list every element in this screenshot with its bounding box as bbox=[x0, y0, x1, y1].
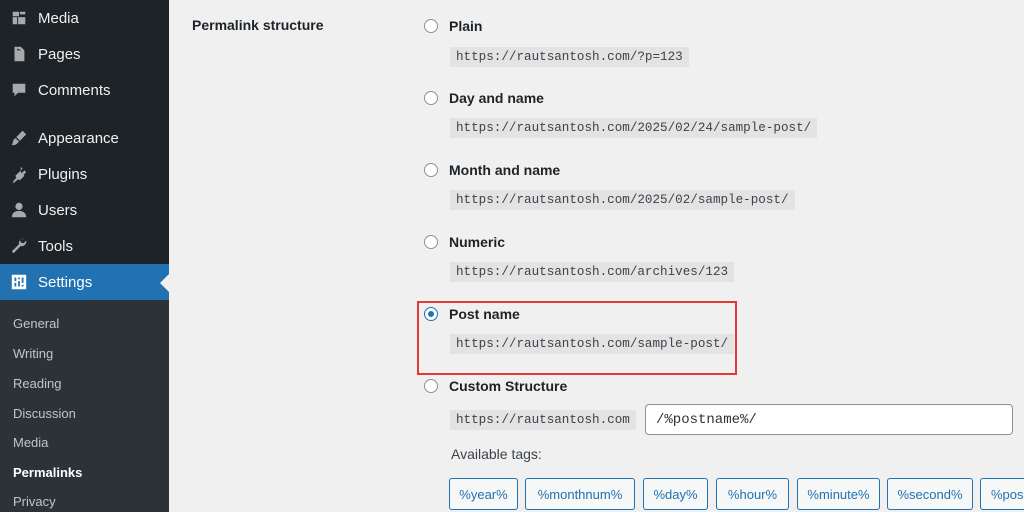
highlight-annotation-box bbox=[417, 301, 737, 375]
custom-base-url: https://rautsantosh.com bbox=[450, 410, 636, 430]
custom-structure-input[interactable] bbox=[645, 404, 1013, 435]
settings-sliders-icon bbox=[9, 272, 29, 292]
sidebar-item-comments[interactable]: Comments bbox=[0, 72, 169, 108]
tag-button-monthnum[interactable]: %monthnum% bbox=[525, 478, 635, 510]
submenu-item-permalinks[interactable]: Permalinks bbox=[13, 465, 82, 480]
option-plain[interactable]: Plain bbox=[424, 18, 482, 34]
active-menu-arrow bbox=[160, 274, 169, 292]
example-url-day-and-name: https://rautsantosh.com/2025/02/24/sampl… bbox=[450, 118, 818, 138]
permalink-structure-label: Permalink structure bbox=[192, 17, 324, 33]
submenu-item-reading[interactable]: Reading bbox=[13, 376, 61, 391]
sidebar-item-label: Appearance bbox=[38, 129, 119, 147]
users-icon bbox=[9, 200, 29, 220]
radio-plain[interactable] bbox=[424, 19, 438, 33]
option-numeric[interactable]: Numeric bbox=[424, 234, 505, 250]
tag-button-hour[interactable]: %hour% bbox=[716, 478, 789, 510]
sidebar-item-plugins[interactable]: Plugins bbox=[0, 156, 169, 192]
settings-submenu: General Writing Reading Discussion Media… bbox=[0, 300, 169, 512]
example-url-numeric: https://rautsantosh.com/archives/123 bbox=[450, 262, 735, 282]
option-label: Custom Structure bbox=[449, 378, 568, 394]
comments-icon bbox=[9, 80, 29, 100]
option-month-and-name[interactable]: Month and name bbox=[424, 162, 560, 178]
sidebar-item-label: Pages bbox=[38, 45, 81, 63]
plugins-icon bbox=[9, 164, 29, 184]
submenu-item-writing[interactable]: Writing bbox=[13, 346, 53, 361]
example-url-plain: https://rautsantosh.com/?p=123 bbox=[450, 47, 689, 67]
sidebar-item-appearance[interactable]: Appearance bbox=[0, 120, 169, 156]
sidebar-item-pages[interactable]: Pages bbox=[0, 36, 169, 72]
admin-sidebar: Media Pages Comments Appearance Plugins … bbox=[0, 0, 169, 512]
sidebar-item-settings[interactable]: Settings bbox=[0, 264, 169, 300]
tag-button-second[interactable]: %second% bbox=[887, 478, 973, 510]
option-day-and-name[interactable]: Day and name bbox=[424, 90, 544, 106]
tag-button-day[interactable]: %day% bbox=[643, 478, 708, 510]
sidebar-item-label: Media bbox=[38, 9, 79, 27]
submenu-item-privacy[interactable]: Privacy bbox=[13, 494, 56, 509]
available-tags-label: Available tags: bbox=[451, 446, 542, 462]
radio-day-and-name[interactable] bbox=[424, 91, 438, 105]
radio-month-and-name[interactable] bbox=[424, 163, 438, 177]
tag-button-minute[interactable]: %minute% bbox=[797, 478, 880, 510]
example-url-month-and-name: https://rautsantosh.com/2025/02/sample-p… bbox=[450, 190, 795, 210]
tag-button-year[interactable]: %year% bbox=[449, 478, 518, 510]
pages-icon bbox=[9, 44, 29, 64]
sidebar-item-label: Plugins bbox=[38, 165, 88, 183]
option-label: Numeric bbox=[449, 234, 506, 250]
tools-wrench-icon bbox=[9, 236, 29, 256]
sidebar-item-users[interactable]: Users bbox=[0, 192, 169, 228]
submenu-item-general[interactable]: General bbox=[13, 316, 59, 331]
sidebar-item-label: Settings bbox=[38, 273, 93, 291]
radio-numeric[interactable] bbox=[424, 235, 438, 249]
appearance-brush-icon bbox=[9, 128, 29, 148]
media-icon bbox=[9, 8, 29, 28]
sidebar-item-tools[interactable]: Tools bbox=[0, 228, 169, 264]
option-label: Day and name bbox=[449, 90, 544, 106]
option-label: Plain bbox=[449, 18, 483, 34]
sidebar-item-label: Tools bbox=[38, 237, 74, 255]
option-custom-structure[interactable]: Custom Structure bbox=[424, 378, 567, 394]
radio-custom-structure[interactable] bbox=[424, 379, 438, 393]
sidebar-item-label: Comments bbox=[38, 81, 111, 99]
submenu-item-discussion[interactable]: Discussion bbox=[13, 406, 76, 421]
tag-button-post-id[interactable]: %pos bbox=[980, 478, 1024, 510]
settings-content: Permalink structure Plain https://rautsa… bbox=[169, 0, 1024, 512]
sidebar-item-media[interactable]: Media bbox=[0, 0, 169, 36]
option-label: Month and name bbox=[449, 162, 561, 178]
sidebar-item-label: Users bbox=[38, 201, 78, 219]
submenu-item-media[interactable]: Media bbox=[13, 435, 48, 450]
